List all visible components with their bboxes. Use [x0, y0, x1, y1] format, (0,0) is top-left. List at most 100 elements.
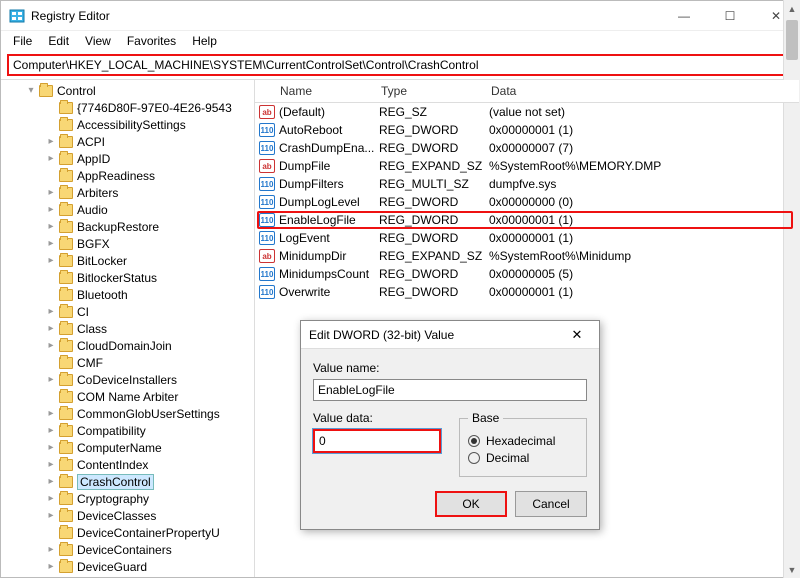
folder-icon	[59, 255, 73, 267]
tree-item-devicecontainers[interactable]: ▸DeviceContainers	[1, 541, 254, 558]
expand-icon[interactable]: ▸	[45, 221, 57, 233]
menu-file[interactable]: File	[5, 32, 40, 50]
folder-icon	[59, 544, 73, 556]
value-row-dumpfilters[interactable]: 110DumpFiltersREG_MULTI_SZdumpfve.sys	[255, 175, 799, 193]
value-name: CrashDumpEna...	[279, 141, 379, 155]
menu-favorites[interactable]: Favorites	[119, 32, 184, 50]
value-row-autoreboot[interactable]: 110AutoRebootREG_DWORD0x00000001 (1)	[255, 121, 799, 139]
expand-icon[interactable]: ▸	[45, 255, 57, 267]
tree-item-accessibilitysettings[interactable]: AccessibilitySettings	[1, 116, 254, 133]
dialog-close-button[interactable]: ✕	[563, 321, 591, 349]
expand-icon[interactable]: ▸	[45, 323, 57, 335]
value-data-input[interactable]	[313, 429, 441, 453]
value-row-dumploglevel[interactable]: 110DumpLogLevelREG_DWORD0x00000000 (0)	[255, 193, 799, 211]
value-row-default[interactable]: ab(Default)REG_SZ(value not set)	[255, 103, 799, 121]
value-type: REG_DWORD	[379, 123, 489, 137]
value-row-dumpfile[interactable]: abDumpFileREG_EXPAND_SZ%SystemRoot%\MEMO…	[255, 157, 799, 175]
value-row-minidumpscount[interactable]: 110MinidumpsCountREG_DWORD0x00000005 (5)	[255, 265, 799, 283]
col-type[interactable]: Type	[375, 80, 485, 102]
tree-item-contentindex[interactable]: ▸ContentIndex	[1, 456, 254, 473]
value-name-input[interactable]	[313, 379, 587, 401]
expand-icon[interactable]: ▸	[45, 544, 57, 556]
tree-item-computername[interactable]: ▸ComputerName	[1, 439, 254, 456]
list-header[interactable]: Name Type Data	[255, 80, 799, 103]
expand-icon[interactable]: ▸	[45, 476, 57, 488]
tree-item-class[interactable]: ▸Class	[1, 320, 254, 337]
dialog-titlebar[interactable]: Edit DWORD (32-bit) Value ✕	[301, 321, 599, 349]
value-row-logevent[interactable]: 110LogEventREG_DWORD0x00000001 (1)	[255, 229, 799, 247]
value-name: DumpLogLevel	[279, 195, 379, 209]
cancel-button[interactable]: Cancel	[515, 491, 587, 517]
menu-view[interactable]: View	[77, 32, 119, 50]
tree-item-backuprestore[interactable]: ▸BackupRestore	[1, 218, 254, 235]
expand-icon[interactable]: ▸	[45, 238, 57, 250]
menu-help[interactable]: Help	[184, 32, 225, 50]
tree-item-arbiters[interactable]: ▸Arbiters	[1, 184, 254, 201]
tree-item-codeviceinstallers[interactable]: ▸CoDeviceInstallers	[1, 371, 254, 388]
minimize-button[interactable]: —	[661, 1, 707, 31]
window-controls: — ☐ ✕	[661, 1, 799, 31]
radio-dec-indicator	[468, 452, 480, 464]
value-row-minidumpdir[interactable]: abMinidumpDirREG_EXPAND_SZ%SystemRoot%\M…	[255, 247, 799, 265]
tree-item-acpi[interactable]: ▸ACPI	[1, 133, 254, 150]
folder-icon	[59, 561, 73, 573]
tree-item-bitlockerstatus[interactable]: BitlockerStatus	[1, 269, 254, 286]
expand-icon[interactable]: ▸	[45, 510, 57, 522]
tree-item-deviceguard[interactable]: ▸DeviceGuard	[1, 558, 254, 575]
expand-icon[interactable]: ▸	[45, 187, 57, 199]
tree-item-bluetooth[interactable]: Bluetooth	[1, 286, 254, 303]
menu-edit[interactable]: Edit	[40, 32, 77, 50]
col-data[interactable]: Data	[485, 80, 799, 102]
expand-icon[interactable]: ▸	[45, 459, 57, 471]
regedit-icon	[9, 8, 25, 24]
tree-item-appreadiness[interactable]: AppReadiness	[1, 167, 254, 184]
folder-icon	[59, 306, 73, 318]
expand-icon[interactable]: ▸	[45, 408, 57, 420]
tree-item-devicecontainerpropertyu[interactable]: DeviceContainerPropertyU	[1, 524, 254, 541]
address-bar[interactable]: Computer\HKEY_LOCAL_MACHINE\SYSTEM\Curre…	[7, 54, 793, 76]
tree-item-cmf[interactable]: CMF	[1, 354, 254, 371]
tree-label: BGFX	[77, 237, 110, 251]
expand-icon[interactable]: ▸	[45, 136, 57, 148]
value-type: REG_DWORD	[379, 231, 489, 245]
expand-icon[interactable]: ▸	[45, 340, 57, 352]
tree-item-7746d80f97e04e269543[interactable]: {7746D80F-97E0-4E26-9543	[1, 99, 254, 116]
expand-icon[interactable]: ▸	[45, 374, 57, 386]
radio-dec-label: Decimal	[486, 451, 529, 465]
tree-item-deviceclasses[interactable]: ▸DeviceClasses	[1, 507, 254, 524]
tree-item-bitlocker[interactable]: ▸BitLocker	[1, 252, 254, 269]
tree-pane[interactable]: ▾Control{7746D80F-97E0-4E26-9543Accessib…	[1, 80, 255, 577]
expand-icon[interactable]: ▸	[45, 204, 57, 216]
expand-icon[interactable]: ▸	[45, 442, 57, 454]
value-name: AutoReboot	[279, 123, 379, 137]
titlebar[interactable]: Registry Editor — ☐ ✕	[1, 1, 799, 31]
collapse-icon[interactable]: ▾	[25, 85, 37, 97]
tree-item-clouddomainjoin[interactable]: ▸CloudDomainJoin	[1, 337, 254, 354]
tree-item-comnamearbiter[interactable]: COM Name Arbiter	[1, 388, 254, 405]
expand-icon[interactable]: ▸	[45, 561, 57, 573]
tree-item-compatibility[interactable]: ▸Compatibility	[1, 422, 254, 439]
tree-item-appid[interactable]: ▸AppID	[1, 150, 254, 167]
maximize-button[interactable]: ☐	[707, 1, 753, 31]
radio-dec[interactable]: Decimal	[468, 451, 578, 465]
expand-icon[interactable]: ▸	[45, 153, 57, 165]
tree-root-control[interactable]: ▾Control	[1, 82, 254, 99]
tree-item-ci[interactable]: ▸CI	[1, 303, 254, 320]
addressbar-container: Computer\HKEY_LOCAL_MACHINE\SYSTEM\Curre…	[1, 51, 799, 79]
expand-icon[interactable]: ▸	[45, 493, 57, 505]
value-row-overwrite[interactable]: 110OverwriteREG_DWORD0x00000001 (1)	[255, 283, 799, 301]
radio-hex[interactable]: Hexadecimal	[468, 434, 578, 448]
col-name[interactable]: Name	[255, 80, 375, 102]
tree-item-bgfx[interactable]: ▸ BGFX	[1, 235, 254, 252]
value-row-enablelogfile[interactable]: 110EnableLogFileREG_DWORD0x00000001 (1)	[255, 211, 799, 229]
tree-item-crashcontrol[interactable]: ▸CrashControl	[1, 473, 254, 490]
value-row-crashdumpena[interactable]: 110CrashDumpEna...REG_DWORD0x00000007 (7…	[255, 139, 799, 157]
expand-icon[interactable]: ▸	[45, 306, 57, 318]
ok-button[interactable]: OK	[435, 491, 507, 517]
value-type: REG_SZ	[379, 105, 489, 119]
expand-icon[interactable]: ▸	[45, 425, 57, 437]
tree-item-commonglobusersettings[interactable]: ▸CommonGlobUserSettings	[1, 405, 254, 422]
value-type: REG_MULTI_SZ	[379, 177, 489, 191]
tree-item-audio[interactable]: ▸Audio	[1, 201, 254, 218]
tree-item-cryptography[interactable]: ▸Cryptography	[1, 490, 254, 507]
